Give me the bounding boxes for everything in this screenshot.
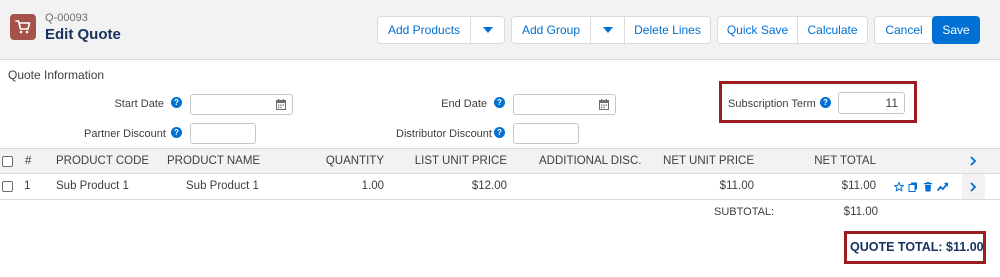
row-list-unit-price: $12.00: [471, 180, 507, 192]
help-icon[interactable]: ?: [171, 127, 182, 138]
cart-icon: [10, 14, 36, 40]
header-expand-button[interactable]: [962, 149, 985, 173]
calendar-icon[interactable]: [599, 99, 609, 110]
section-title: Quote Information: [8, 68, 105, 82]
calendar-icon[interactable]: [276, 99, 286, 110]
column-header-product-code[interactable]: PRODUCT CODE: [56, 155, 149, 167]
chevron-right-icon: [970, 156, 977, 166]
column-header-net-unit-price[interactable]: NET UNIT PRICE: [650, 155, 754, 167]
calculate-button[interactable]: Calculate: [797, 17, 867, 43]
row-quantity[interactable]: 1.00: [300, 180, 384, 192]
help-icon[interactable]: ?: [820, 97, 831, 108]
help-icon[interactable]: ?: [494, 97, 505, 108]
save-button[interactable]: Save: [932, 16, 980, 44]
row-product-name: Sub Product 1: [186, 180, 259, 192]
quick-save-button[interactable]: Quick Save: [718, 17, 797, 43]
add-group-button[interactable]: Add Group: [512, 17, 590, 43]
cancel-group: Cancel: [874, 16, 933, 44]
partner-discount-field[interactable]: [190, 123, 256, 144]
page-title: Edit Quote: [45, 26, 121, 43]
end-date-label: End Date: [441, 98, 487, 110]
column-header-list-unit-price[interactable]: LIST UNIT PRICE: [395, 155, 507, 167]
subtotal-label: SUBTOTAL:: [714, 206, 775, 218]
quote-total: QUOTE TOTAL: $11.00: [850, 240, 984, 254]
start-date-field[interactable]: [190, 94, 293, 115]
column-header-additional-disc[interactable]: ADDITIONAL DISC.: [539, 155, 641, 167]
select-all-checkbox[interactable]: [2, 156, 13, 167]
save-calc-group: Quick Save Calculate: [717, 16, 868, 44]
partner-discount-label: Partner Discount: [84, 128, 166, 140]
star-icon[interactable]: [894, 182, 904, 192]
subtotal-value: $11.00: [843, 206, 878, 218]
column-header-quantity[interactable]: QUANTITY: [300, 155, 384, 167]
page-header: Q-00093 Edit Quote Add Products Add Grou…: [0, 0, 1000, 60]
delete-icon[interactable]: [923, 182, 933, 192]
caret-down-icon: [482, 27, 493, 33]
record-number: Q-00093: [45, 12, 88, 24]
row-checkbox[interactable]: [2, 181, 13, 192]
subscription-term-field[interactable]: 11: [838, 92, 905, 114]
subscription-term-label: Subscription Term: [728, 98, 816, 110]
row-expand-button[interactable]: [962, 174, 985, 199]
column-header-num: #: [25, 155, 32, 167]
row-net-total: $11.00: [841, 180, 876, 192]
column-header-product-name[interactable]: PRODUCT NAME: [167, 155, 260, 167]
distributor-discount-label: Distributor Discount: [396, 128, 492, 140]
table-row: 1 Sub Product 1 Sub Product 1 1.00 $12.0…: [0, 174, 1000, 200]
add-products-dropdown-button[interactable]: [470, 17, 504, 43]
start-date-label: Start Date: [114, 98, 164, 110]
trend-icon[interactable]: [937, 182, 948, 192]
end-date-field[interactable]: [513, 94, 616, 115]
chevron-right-icon: [970, 181, 977, 192]
row-net-unit-price: $11.00: [719, 180, 754, 192]
add-products-button[interactable]: Add Products: [378, 17, 470, 43]
add-products-group: Add Products: [377, 16, 505, 44]
delete-lines-button[interactable]: Delete Lines: [624, 17, 710, 43]
cancel-button[interactable]: Cancel: [875, 17, 933, 43]
distributor-discount-field[interactable]: [513, 123, 579, 144]
caret-down-icon: [602, 27, 613, 33]
help-icon[interactable]: ?: [494, 127, 505, 138]
clone-icon[interactable]: [908, 182, 918, 192]
row-num: 1: [24, 180, 31, 192]
table-header: # PRODUCT CODE PRODUCT NAME QUANTITY LIS…: [0, 148, 1000, 174]
row-product-code: Sub Product 1: [56, 180, 129, 192]
add-group-dropdown-button[interactable]: [590, 17, 624, 43]
add-group-group: Add Group Delete Lines: [511, 16, 711, 44]
help-icon[interactable]: ?: [171, 97, 182, 108]
column-header-net-total[interactable]: NET TOTAL: [790, 155, 876, 167]
